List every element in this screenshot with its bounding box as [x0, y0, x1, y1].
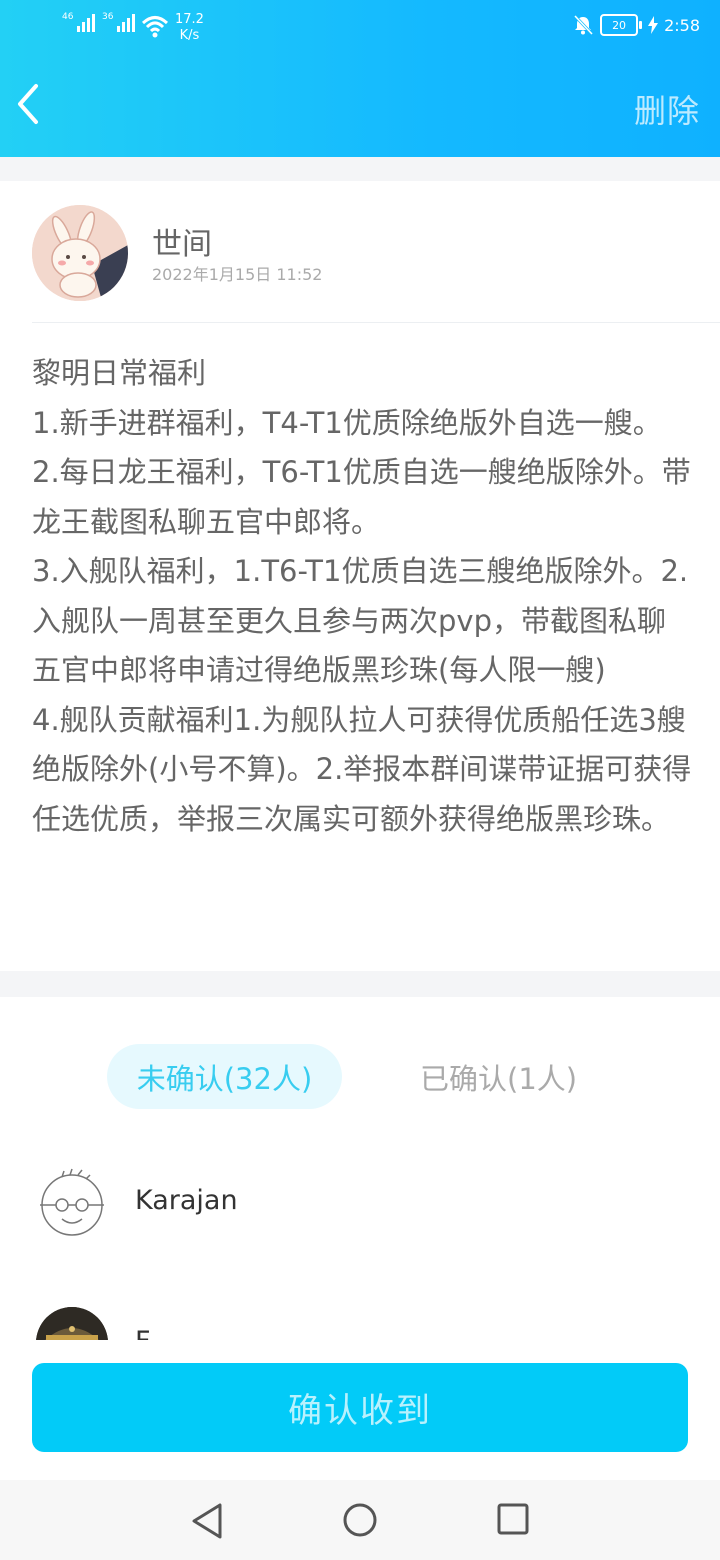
body-line: 1.新手进群福利，T4-T1优质除绝版外自选一艘。 [32, 405, 662, 440]
delete-button[interactable]: 删除 [634, 86, 700, 132]
tab-unconfirmed[interactable]: 未确认(32人) [107, 1044, 342, 1109]
confirmation-list-section: 未确认(32人) 已确认(1人) Karajan [0, 997, 720, 1340]
network-speed: 17.2 K/s [175, 12, 204, 43]
post-date: 2022年1月15日 11:52 [152, 265, 323, 284]
announcement-card: 世间 2022年1月15日 11:52 黎明日常福利 1.新手进群福利，T4-T… [0, 181, 720, 971]
confirm-bar: 确认收到 [0, 1340, 720, 1480]
signal-sim2-icon: 36 [102, 12, 136, 32]
signal-sim1-icon: 46 [62, 12, 96, 32]
body-line: 黎明日常福利 [32, 356, 207, 390]
battery-icon: 20 [600, 14, 643, 36]
divider [32, 322, 720, 323]
battery-level: 20 [612, 18, 627, 32]
nav-recent-apps-icon[interactable] [496, 1502, 530, 1536]
author-avatar[interactable] [32, 205, 128, 301]
sim1-label: 46 [62, 12, 74, 22]
member-avatar [36, 1307, 108, 1340]
nav-back-icon[interactable] [190, 1502, 224, 1540]
member-row[interactable]: Karajan [0, 1157, 720, 1247]
app-header: 46 36 17.2 K/s 20 2:58 删除 [0, 0, 720, 157]
member-name: Karajan [135, 1185, 238, 1216]
body-line: 4.舰队贡献福利1.为舰队拉人可获得优质船任选3艘绝版除外(小号不算)。2.举报… [32, 702, 692, 836]
cartoon-face-avatar-icon [40, 1168, 104, 1236]
body-line: 2.每日龙王福利，T6-T1优质自选一艘绝版除外。带龙王截图私聊五官中郎将。 [32, 455, 691, 539]
announcement-body: 黎明日常福利 1.新手进群福利，T4-T1优质除绝版外自选一艘。 2.每日龙王福… [32, 349, 692, 844]
author-name: 世间 [152, 227, 212, 262]
system-nav-bar [0, 1480, 720, 1560]
mute-bell-icon [573, 14, 594, 36]
tab-confirmed[interactable]: 已确认(1人) [420, 1044, 577, 1109]
charging-icon [648, 16, 659, 34]
back-arrow-icon[interactable] [14, 82, 48, 126]
member-name: F.... [135, 1326, 181, 1340]
status-bar: 46 36 17.2 K/s 20 2:58 [0, 0, 720, 56]
bunny-avatar-icon [32, 205, 128, 301]
nav-home-icon[interactable] [342, 1502, 378, 1538]
sim2-label: 36 [102, 12, 114, 22]
status-right: 20 2:58 [572, 14, 700, 36]
member-avatar [36, 1167, 108, 1239]
confirm-received-button[interactable]: 确认收到 [32, 1363, 688, 1452]
clock: 2:58 [664, 15, 700, 35]
member-row[interactable]: F.... [0, 1302, 720, 1340]
character-avatar-icon [36, 1307, 108, 1340]
body-line: 3.入舰队福利，1.T6-T1优质自选三艘绝版除外。2.入舰队一周甚至更久且参与… [32, 554, 689, 687]
wifi-icon [141, 16, 169, 38]
